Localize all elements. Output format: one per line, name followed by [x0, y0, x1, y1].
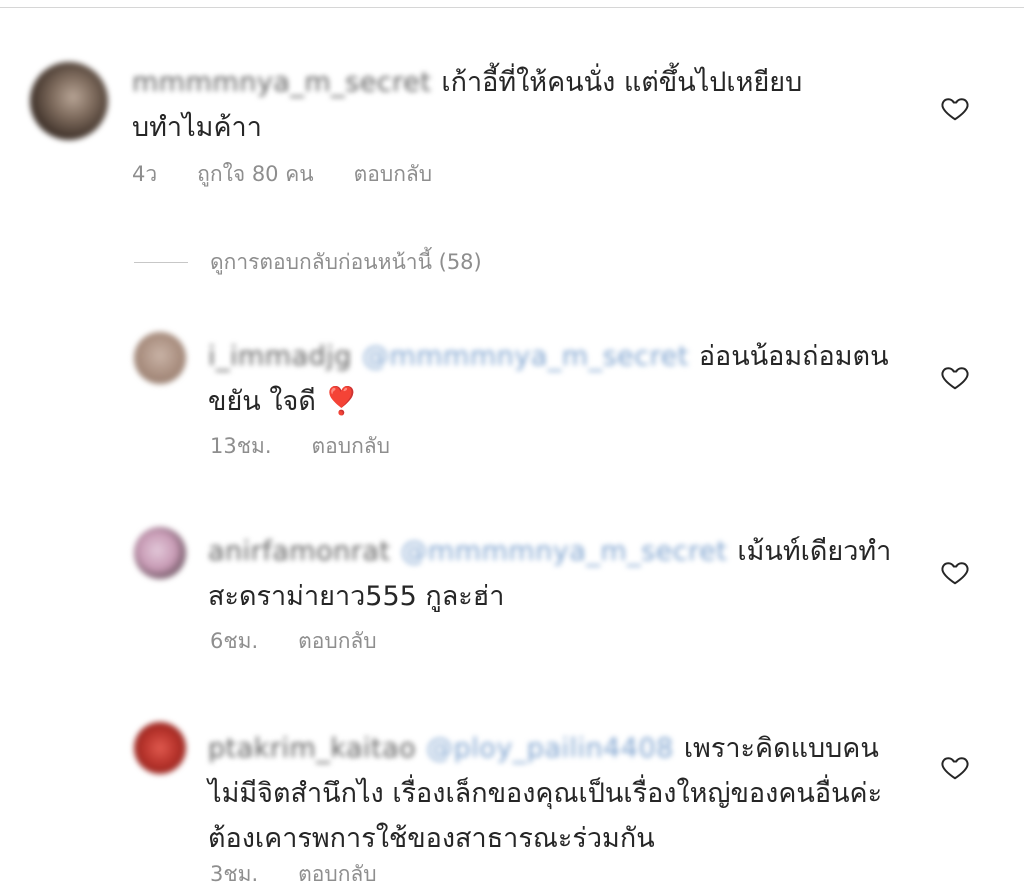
- reply-meta: 6ชม. ตอบกลับ: [210, 625, 417, 658]
- view-previous-replies[interactable]: ดูการตอบกลับก่อนหน้านี้ (58): [134, 246, 482, 279]
- top-divider: [0, 0, 1024, 8]
- reply-username[interactable]: i_immadjg: [208, 334, 352, 379]
- reply-meta: 3ชม. ตอบกลับ: [210, 858, 417, 891]
- replies-divider-line: [134, 262, 188, 263]
- reply-time[interactable]: 3ชม.: [210, 862, 258, 886]
- reply-body: anirfamonrat @mmmmnya_m_secret เม้นท์เดียว…: [208, 529, 898, 619]
- avatar[interactable]: [134, 722, 186, 774]
- heart-outline-icon[interactable]: [940, 557, 970, 587]
- heart-outline-icon[interactable]: [940, 93, 970, 123]
- heart-outline-icon[interactable]: [940, 752, 970, 782]
- reply-body: i_immadjg @mmmmnya_m_secret อ่อนน้อมถ่อมตน…: [208, 334, 898, 424]
- reply-mention[interactable]: @mmmmnya_m_secret: [362, 334, 689, 379]
- reply-time[interactable]: 13ชม.: [210, 434, 272, 458]
- reply-time[interactable]: 6ชม.: [210, 629, 258, 653]
- comment-time[interactable]: 4ว: [132, 162, 157, 186]
- comment-username[interactable]: mmmmnya_m_secret: [132, 60, 431, 105]
- reply-meta: 13ชม. ตอบกลับ: [210, 430, 430, 463]
- reply-button[interactable]: ตอบกลับ: [298, 862, 377, 886]
- reply-body: ptakrim_kaitao @ploy_pailin4408 เพราะคิดแบ…: [208, 726, 898, 861]
- reply-mention[interactable]: @ploy_pailin4408: [426, 726, 674, 771]
- heart-outline-icon[interactable]: [940, 362, 970, 392]
- reply-button[interactable]: ตอบกลับ: [312, 434, 391, 458]
- reply-button[interactable]: ตอบกลับ: [354, 162, 433, 186]
- reply-button[interactable]: ตอบกลับ: [298, 629, 377, 653]
- comment-likes[interactable]: ถูกใจ 80 คน: [197, 162, 313, 186]
- comment-meta: 4ว ถูกใจ 80 คน ตอบกลับ: [132, 158, 472, 191]
- avatar[interactable]: [134, 527, 186, 579]
- avatar[interactable]: [30, 62, 108, 140]
- reply-username[interactable]: anirfamonrat: [208, 529, 390, 574]
- comment-body: mmmmnya_m_secret เก้าอี้ที่ให้คนนั่ง แต่ข…: [132, 60, 852, 150]
- reply-mention[interactable]: @mmmmnya_m_secret: [400, 529, 727, 574]
- reply-username[interactable]: ptakrim_kaitao: [208, 726, 416, 771]
- avatar[interactable]: [134, 332, 186, 384]
- view-previous-replies-label[interactable]: ดูการตอบกลับก่อนหน้านี้ (58): [210, 246, 482, 279]
